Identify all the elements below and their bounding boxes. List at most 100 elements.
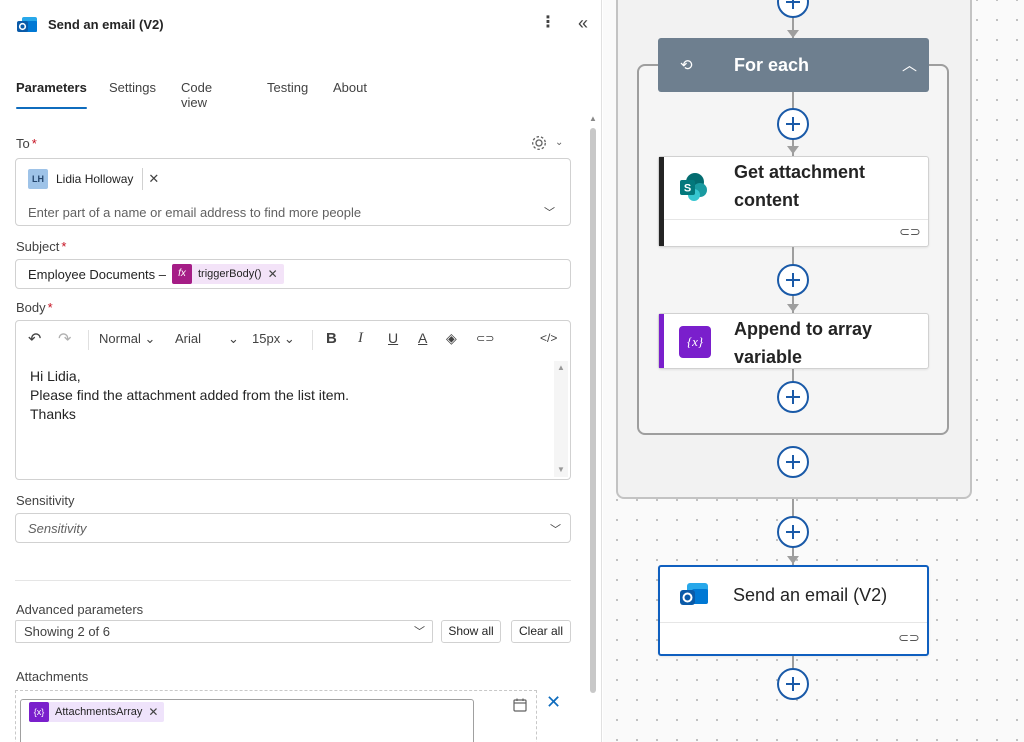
card-accent — [659, 314, 664, 368]
send-email-card[interactable]: Send an email (V2) ⊂⊃ — [658, 565, 929, 656]
flow-canvas[interactable]: ⟲ For each ︿ S Get attachment content ⊂⊃ — [603, 0, 1024, 742]
highlight-icon[interactable]: ◈ — [446, 330, 457, 347]
sensitivity-dropdown[interactable]: Sensitivity ﹀ — [15, 513, 571, 543]
toolbar-divider — [88, 330, 89, 350]
card-title-line: content — [734, 190, 799, 210]
remove-token-icon[interactable]: ✕ — [148, 705, 164, 719]
get-attachment-content-card[interactable]: S Get attachment content ⊂⊃ — [658, 156, 929, 247]
insert-step-plus-icon[interactable] — [777, 516, 809, 548]
chevron-down-icon[interactable]: ⌄ — [228, 331, 239, 347]
panel-scrollbar[interactable]: ▲ — [588, 114, 598, 742]
bold-icon[interactable]: B — [326, 330, 337, 347]
body-editor[interactable]: ↶ ↷ Normal ⌄ Arial ⌄ 15px ⌄ B I U A ◈ ⊂⊃… — [15, 320, 571, 480]
italic-icon[interactable]: I — [358, 330, 363, 347]
variable-icon: {x} — [29, 702, 49, 722]
insert-step-plus-icon[interactable] — [777, 668, 809, 700]
scroll-down-icon[interactable]: ▼ — [557, 465, 565, 474]
to-label: To * — [16, 136, 37, 151]
tab-testing[interactable]: Testing — [267, 80, 308, 110]
chevron-down-icon[interactable]: ﹀ — [550, 521, 561, 537]
function-icon: fx — [172, 264, 192, 284]
clear-all-button[interactable]: Clear all — [511, 620, 571, 643]
body-line: Hi Lidia, — [30, 368, 81, 384]
body-content[interactable]: Hi Lidia, Please find the attachment add… — [30, 367, 349, 424]
code-view-icon[interactable]: </> — [540, 331, 557, 345]
token-label: triggerBody() — [198, 268, 262, 280]
recipient-name: Lidia Holloway — [56, 172, 134, 186]
gear-icon[interactable] — [530, 134, 552, 154]
append-to-array-variable-card[interactable]: {x} Append to array variable — [658, 313, 929, 369]
chevron-up-icon[interactable]: ︿ — [902, 54, 917, 75]
insert-step-plus-icon[interactable] — [777, 264, 809, 296]
more-options-icon[interactable]: ⋮ — [538, 12, 558, 36]
show-all-button[interactable]: Show all — [441, 620, 501, 643]
attachments-array-token[interactable]: {x} AttachmentsArray ✕ — [29, 702, 165, 722]
advanced-parameters-select[interactable]: Showing 2 of 6 ﹀ — [15, 620, 433, 643]
card-title-line: Get attachment — [734, 162, 866, 182]
toolbar-divider — [312, 330, 313, 350]
rich-text-toolbar: ↶ ↷ Normal ⌄ Arial ⌄ 15px ⌄ B I U A ◈ ⊂⊃… — [16, 321, 570, 357]
sensitivity-label: Sensitivity — [16, 493, 75, 508]
trigger-body-token[interactable]: fx triggerBody() ✕ — [172, 264, 284, 284]
connector-arrow — [787, 30, 799, 38]
outlook-icon — [16, 14, 38, 36]
card-title-line: Append to array — [734, 319, 873, 339]
for-each-header[interactable]: ⟲ For each ︿ — [658, 38, 929, 92]
tab-about[interactable]: About — [333, 80, 367, 110]
redo-icon[interactable]: ↷ — [58, 329, 71, 349]
card-title: Append to array variable — [734, 315, 872, 371]
format-select[interactable]: Normal ⌄ — [99, 331, 155, 347]
remove-recipient-icon[interactable]: ✕ — [148, 171, 159, 187]
panel-header: Send an email (V2) ⋮ « — [0, 0, 601, 50]
chevron-down-icon[interactable]: ﹀ — [544, 204, 555, 220]
remove-token-icon[interactable]: ✕ — [268, 267, 284, 281]
link-icon[interactable]: ⊂⊃ — [898, 630, 920, 646]
to-search-input[interactable]: Enter part of a name or email address to… — [28, 205, 361, 220]
attachments-group: {x} AttachmentsArray ✕ — [15, 690, 537, 742]
section-divider — [15, 580, 571, 581]
subject-text: Employee Documents – — [28, 267, 167, 282]
body-scrollbar[interactable]: ▲ ▼ — [554, 361, 568, 477]
body-label: Body * — [16, 300, 53, 315]
subject-label: Subject * — [16, 239, 67, 254]
connector-arrow — [787, 146, 799, 154]
panel-title: Send an email (V2) — [48, 17, 164, 32]
remove-attachments-icon[interactable]: ✕ — [546, 692, 561, 713]
font-select[interactable]: Arial — [175, 331, 201, 346]
tab-code-view[interactable]: Code view — [181, 80, 212, 110]
subject-field[interactable]: Employee Documents – fx triggerBody() ✕ — [15, 259, 571, 289]
chevron-down-icon[interactable]: ⌄ — [555, 137, 563, 148]
insert-step-plus-icon[interactable] — [777, 446, 809, 478]
tab-parameters[interactable]: Parameters — [16, 80, 87, 110]
to-field[interactable]: LH Lidia Holloway ✕ Enter part of a name… — [15, 158, 571, 226]
card-divider — [660, 622, 927, 623]
connector-arrow — [787, 304, 799, 312]
insert-step-plus-icon[interactable] — [777, 108, 809, 140]
scroll-thumb[interactable] — [590, 128, 596, 693]
link-icon[interactable]: ⊂⊃ — [899, 224, 921, 240]
scroll-up-icon[interactable]: ▲ — [557, 363, 565, 372]
insert-step-plus-icon[interactable] — [777, 381, 809, 413]
action-details-panel: Send an email (V2) ⋮ « Parameters Settin… — [0, 0, 602, 742]
chevron-down-icon[interactable]: ﹀ — [414, 623, 425, 639]
tab-settings[interactable]: Settings — [109, 80, 156, 110]
connector-arrow — [787, 556, 799, 564]
for-each-title: For each — [734, 55, 810, 75]
attachments-label: Attachments — [16, 669, 89, 684]
token-label: AttachmentsArray — [55, 706, 143, 718]
card-title: Get attachment content — [734, 158, 865, 214]
attachments-field[interactable]: {x} AttachmentsArray ✕ — [20, 699, 474, 742]
size-select[interactable]: 15px ⌄ — [252, 331, 295, 347]
collapse-panel-icon[interactable]: « — [572, 13, 594, 35]
calendar-icon[interactable] — [512, 697, 528, 716]
underline-icon[interactable]: U — [388, 330, 398, 346]
font-color-icon[interactable]: A — [418, 330, 427, 346]
undo-icon[interactable]: ↶ — [28, 329, 41, 349]
scroll-up-icon[interactable]: ▲ — [589, 114, 597, 123]
advanced-parameters-value: Showing 2 of 6 — [24, 624, 111, 639]
link-icon[interactable]: ⊂⊃ — [476, 332, 494, 345]
loop-icon: ⟲ — [680, 57, 693, 74]
advanced-parameters-label: Advanced parameters — [16, 602, 144, 617]
recipient-chip[interactable]: LH Lidia Holloway ✕ — [28, 168, 159, 190]
avatar: LH — [28, 169, 48, 189]
